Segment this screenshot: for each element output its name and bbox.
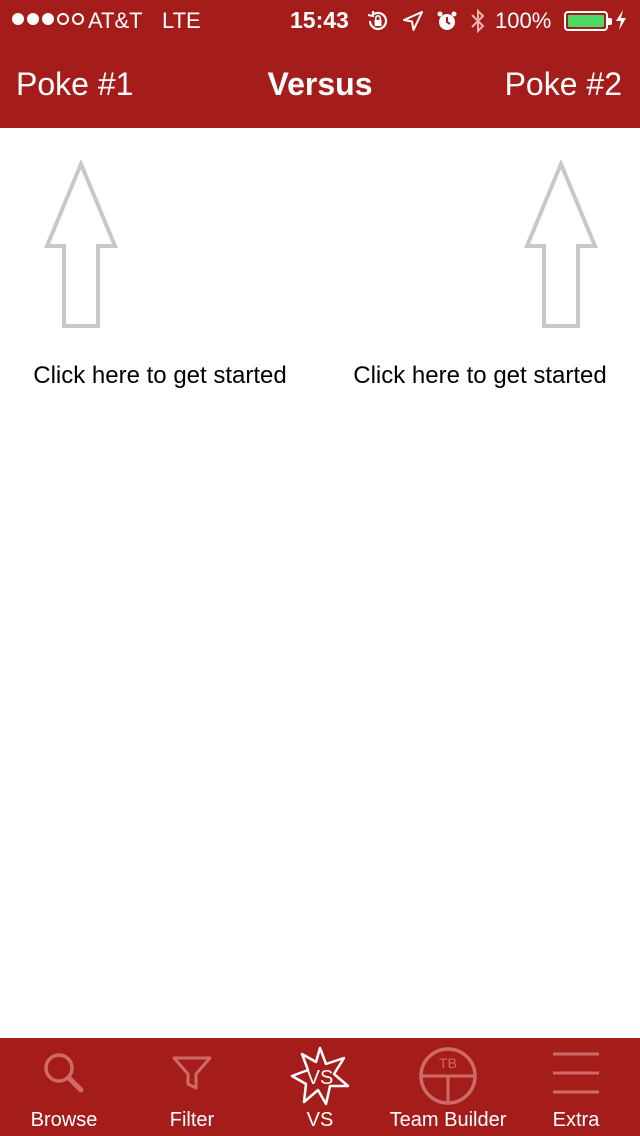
tab-label: Extra — [552, 1109, 600, 1131]
poke-1-slot[interactable]: Click here to get started — [0, 160, 320, 400]
tab-filter[interactable]: Filter — [128, 1038, 256, 1136]
vs-starburst-icon: VS — [290, 1046, 350, 1106]
svg-text:TB: TB — [439, 1055, 457, 1071]
up-arrow-icon — [44, 160, 118, 328]
get-started-caption[interactable]: Click here to get started — [320, 362, 640, 390]
tab-extra[interactable]: Extra — [512, 1038, 640, 1136]
tab-label: VS — [306, 1109, 334, 1131]
poke-2-button[interactable]: Poke #2 — [505, 66, 622, 103]
tab-label: Team Builder — [389, 1109, 507, 1131]
magnifier-icon — [44, 1053, 84, 1093]
battery-icon — [564, 11, 612, 31]
network-type: LTE — [162, 8, 201, 33]
poke-2-slot[interactable]: Click here to get started — [320, 160, 640, 400]
status-bar: AT&T LTE 15:43 100% — [0, 0, 640, 40]
get-started-caption[interactable]: Click here to get started — [0, 362, 320, 390]
tab-label: Browse — [30, 1109, 98, 1131]
signal-strength-icon — [12, 13, 84, 25]
pokeball-tb-icon: TB — [419, 1047, 477, 1105]
tab-label: Filter — [169, 1109, 215, 1131]
funnel-icon — [172, 1056, 212, 1090]
tab-bar: Browse Filter VS VS TB Team Builder Extr… — [0, 1038, 640, 1136]
bluetooth-icon — [471, 8, 485, 34]
tab-browse[interactable]: Browse — [0, 1038, 128, 1136]
hamburger-icon — [553, 1052, 599, 1094]
carrier-name: AT&T — [88, 8, 143, 33]
tab-team-builder[interactable]: TB Team Builder — [384, 1038, 512, 1136]
battery-percentage: 100% — [495, 8, 552, 33]
app-header: AT&T LTE 15:43 100% Poke #1 Versus Poke … — [0, 0, 640, 128]
tab-vs[interactable]: VS VS — [256, 1038, 384, 1136]
alarm-icon — [437, 11, 457, 30]
poke-1-button[interactable]: Poke #1 — [16, 66, 133, 103]
charging-icon — [616, 10, 626, 30]
location-icon — [403, 11, 423, 31]
svg-text:VS: VS — [307, 1067, 334, 1089]
up-arrow-icon — [524, 160, 598, 328]
status-time: 15:43 — [290, 7, 349, 33]
orientation-lock-icon — [367, 11, 388, 30]
